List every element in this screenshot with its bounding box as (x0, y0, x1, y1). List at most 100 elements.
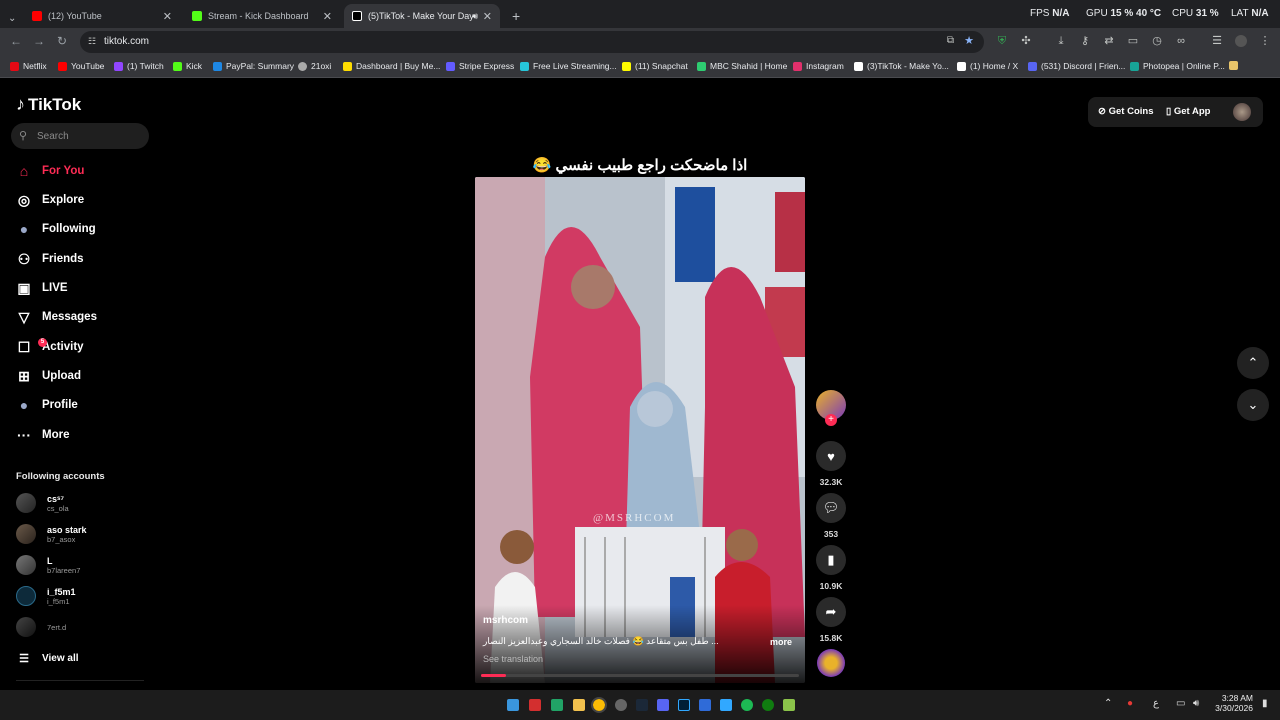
bookmark-discord[interactable]: (531) Discord | Frien... (1028, 61, 1125, 71)
bookmark-kick[interactable]: Kick (173, 61, 202, 71)
spotify-icon[interactable] (741, 699, 753, 711)
tab-tiktok[interactable]: (5)TikTok - Make Your Day 🔊︎ ✕ (344, 4, 500, 28)
sidebar-item-profile[interactable]: ● Profile (15, 394, 78, 416)
browser-menu-icon[interactable]: ⋮ (1259, 35, 1271, 47)
volume-icon[interactable]: 🔊︎ (1193, 698, 1199, 709)
tab-kick[interactable]: Stream - Kick Dashboard ✕ (184, 4, 340, 28)
translate-icon[interactable]: ⇄ (1103, 35, 1115, 47)
discord-icon[interactable] (657, 699, 669, 711)
close-tab-icon[interactable]: ✕ (163, 10, 172, 23)
profile-avatar-icon[interactable] (1235, 35, 1247, 47)
minecraft-icon[interactable] (783, 699, 795, 711)
like-button[interactable]: ♥ 32.3K (816, 441, 846, 487)
following-account[interactable]: 7ert.d (16, 614, 66, 640)
save-button[interactable]: ▮ 10.9K (816, 545, 846, 591)
extensions-icon[interactable]: ✣ (1020, 35, 1032, 47)
get-coins-button[interactable]: ⊘ Get Coins (1098, 106, 1153, 117)
following-account[interactable]: Lb7lareen7 (16, 552, 80, 578)
start-icon[interactable] (507, 699, 519, 711)
steam-icon[interactable] (636, 699, 648, 711)
video-author[interactable]: msrhcom (483, 615, 528, 626)
search-input[interactable] (37, 127, 145, 145)
new-tab-button[interactable]: + (504, 4, 528, 28)
user-avatar[interactable] (1233, 103, 1251, 121)
follow-plus-icon[interactable]: + (825, 414, 837, 426)
acrobat-icon[interactable] (529, 699, 541, 711)
view-all-link[interactable]: ☰ View all (15, 647, 78, 669)
reload-icon[interactable]: ↻ (57, 34, 67, 48)
comment-button[interactable]: 💬︎ 353 (816, 493, 846, 539)
get-app-button[interactable]: ▯ Get App (1166, 106, 1210, 117)
sidebar-item-friends[interactable]: ⚇ Friends (15, 248, 84, 270)
file-explorer-icon[interactable] (573, 699, 585, 711)
cast-icon[interactable]: ⧉ (947, 35, 954, 46)
more-link[interactable]: more (770, 637, 792, 647)
sidebar-item-more[interactable]: ··· More (15, 424, 69, 446)
bookmark-photopea[interactable]: Photopea | Online P... (1130, 61, 1225, 71)
bookmark-youtube[interactable]: YouTube (58, 61, 104, 71)
download-icon[interactable]: ⤓ (1055, 35, 1067, 47)
bookmark-paypal[interactable]: PayPal: Summary (213, 61, 294, 71)
bookmark-21oxi[interactable]: 21oxi (298, 61, 331, 71)
sidebar-item-explore[interactable]: ◎ Explore (15, 189, 84, 211)
forward-icon[interactable]: → (33, 34, 45, 48)
notifications-icon[interactable]: ▮ (1262, 698, 1268, 709)
following-account[interactable]: i_f5m1 i_f5m1 (16, 583, 76, 609)
excel-icon[interactable] (551, 699, 563, 711)
link-icon[interactable]: ∞ (1175, 35, 1187, 47)
network-icon[interactable]: ▭ (1176, 698, 1185, 709)
sidebar-item-for-you[interactable]: ⌂ For You (15, 160, 85, 182)
language-indicator[interactable]: ع (1153, 698, 1159, 709)
following-account[interactable]: aso stark b7_asox (16, 521, 87, 547)
side-panel-icon[interactable]: ☰ (1211, 35, 1223, 47)
music-disc-button[interactable] (816, 649, 846, 677)
creator-avatar-button[interactable]: + (816, 390, 846, 426)
microphone-icon[interactable]: ● (1127, 698, 1133, 709)
bookmark-buymeacoffee[interactable]: Dashboard | Buy Me... (343, 61, 440, 71)
address-bar[interactable]: ☷ tiktok.com ⧉ ★ (80, 31, 984, 53)
bookmark-twitch[interactable]: (1) Twitch (114, 61, 164, 71)
share-button[interactable]: ➦ 15.8K (816, 597, 846, 643)
app-icon[interactable] (720, 699, 732, 711)
bookmark-tiktok[interactable]: (3)TikTok - Make Yo... (854, 61, 949, 71)
sidebar-item-following[interactable]: ● Following (15, 218, 96, 240)
search-icon[interactable]: ⚲ (19, 129, 27, 142)
password-key-icon[interactable]: ⚷ (1079, 35, 1091, 47)
bookmarks-folder[interactable] (1229, 61, 1242, 70)
following-account[interactable]: csˢ⁷ cs_ola (16, 490, 69, 516)
speaker-icon[interactable]: 🔊︎ (472, 11, 478, 22)
bookmark-star-icon[interactable]: ★ (964, 34, 974, 47)
video-progress-bar[interactable] (481, 674, 799, 677)
back-icon[interactable]: ← (10, 34, 22, 48)
store-icon[interactable] (699, 699, 711, 711)
next-video-button[interactable]: ⌄ (1237, 389, 1269, 421)
tray-overflow-icon[interactable]: ⌃ (1104, 698, 1112, 709)
photoshop-icon[interactable] (678, 699, 690, 711)
sidebar-item-upload[interactable]: ⊞ Upload (15, 365, 81, 387)
card-icon[interactable]: ▭ (1127, 35, 1139, 47)
bookmark-streaming[interactable]: Free Live Streaming... (520, 61, 617, 71)
bookmark-instagram[interactable]: Instagram (793, 61, 844, 71)
tiktok-logo[interactable]: ♪ TikTok (16, 94, 81, 115)
site-info-icon[interactable]: ☷ (88, 36, 96, 47)
tab-search-dropdown[interactable]: ⌄ (0, 6, 24, 30)
shield-extension-icon[interactable]: ⛨ (996, 35, 1008, 47)
xbox-icon[interactable] (762, 699, 774, 711)
close-tab-icon[interactable]: ✕ (323, 10, 332, 23)
sidebar-item-messages[interactable]: ▽ Messages (15, 306, 97, 328)
settings-gear-icon[interactable] (615, 699, 627, 711)
previous-video-button[interactable]: ⌃ (1237, 347, 1269, 379)
close-tab-icon[interactable]: ✕ (483, 10, 492, 23)
bookmark-x[interactable]: (1) Home / X (957, 61, 1018, 71)
sidebar-item-live[interactable]: ▣ LIVE (15, 277, 67, 299)
bookmark-snapchat[interactable]: (11) Snapchat (622, 61, 688, 71)
history-icon[interactable]: ◷ (1151, 35, 1163, 47)
clock[interactable]: 3:28 AM 3/30/2026 (1213, 693, 1253, 713)
bookmark-netflix[interactable]: Netflix (10, 61, 47, 71)
chrome-icon[interactable] (591, 697, 607, 713)
bookmark-stripe[interactable]: Stripe Express (446, 61, 514, 71)
sidebar-item-activity[interactable]: ☐ 5 Activity (15, 336, 84, 358)
tab-youtube[interactable]: (12) YouTube ✕ (24, 4, 180, 28)
bookmark-shahid[interactable]: MBC Shahid | Home (697, 61, 787, 71)
see-translation-link[interactable]: See translation (483, 654, 543, 664)
